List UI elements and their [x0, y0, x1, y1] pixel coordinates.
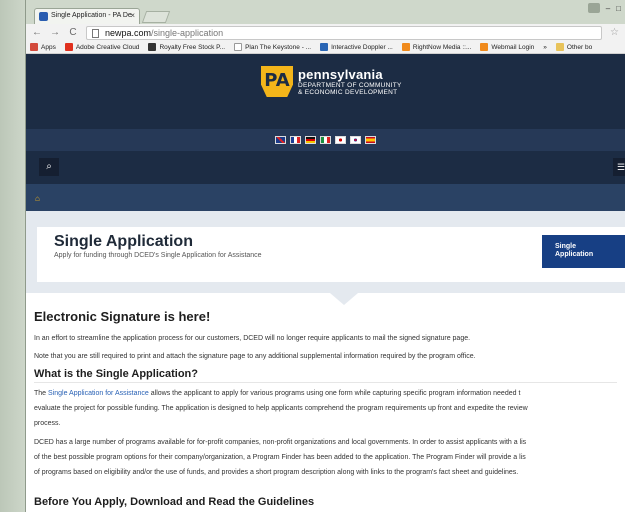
bookmark-item[interactable]: Royalty Free Stock P... — [148, 43, 225, 51]
flag-korea-icon[interactable] — [350, 136, 361, 144]
page-subtitle: Apply for funding through DCED's Single … — [54, 252, 262, 259]
bookmark-item[interactable]: RightNow Media ::... — [401, 43, 471, 51]
browser-toolbar: ← → C newpa.com/single-application ☆ — [26, 24, 625, 41]
bookmark-star-icon[interactable]: ☆ — [610, 27, 619, 38]
home-icon[interactable]: ⌂ — [35, 194, 40, 203]
pa-dced-logo[interactable]: PA pennsylvania DEPARTMENT OF COMMUNITY … — [261, 66, 402, 97]
logo-dept-line2: & ECONOMIC DEVELOPMENT — [298, 89, 398, 96]
maximize-icon[interactable]: □ — [616, 4, 621, 13]
bookmark-item[interactable]: Interactive Doppler ... — [320, 43, 393, 51]
bookmark-icon — [401, 43, 410, 51]
button-line2: Application — [555, 251, 594, 258]
url-host: newpa.com — [105, 27, 152, 38]
bookmark-icon — [64, 43, 73, 51]
flag-italy-icon[interactable] — [320, 136, 331, 144]
logo-state-name: pennsylvania — [298, 67, 383, 82]
page-icon — [92, 28, 99, 38]
flag-germany-icon[interactable] — [305, 136, 316, 144]
paragraph: In an effort to streamline the applicati… — [34, 335, 471, 342]
menu-icon[interactable]: ☰ — [613, 158, 625, 176]
bookmark-icon — [234, 43, 243, 51]
heading-what-is: What is the Single Application? — [34, 368, 617, 383]
paragraph: Note that you are still required to prin… — [34, 353, 476, 360]
new-tab-button[interactable] — [141, 11, 171, 23]
single-application-link[interactable]: Single Application for Assistance — [48, 390, 149, 397]
keystone-icon: PA — [261, 66, 293, 97]
user-profile-icon[interactable] — [587, 3, 600, 13]
bookmark-icon — [148, 43, 157, 51]
paragraph: process. — [34, 420, 61, 427]
paragraph: The Single Application for Assistance al… — [34, 390, 521, 397]
paragraph: of the best possible program options for… — [34, 454, 526, 461]
back-icon[interactable]: ← — [32, 27, 42, 38]
flag-spain-icon[interactable] — [365, 136, 376, 144]
window-controls: – □ — [587, 3, 621, 13]
paragraph: of programs based on eligibility and/or … — [34, 469, 519, 476]
hero-card: Single Application Apply for funding thr… — [37, 227, 625, 282]
reload-icon[interactable]: C — [68, 27, 78, 38]
flag-uk-icon[interactable] — [275, 136, 286, 144]
bookmark-icon — [555, 43, 564, 51]
bookmark-item[interactable]: Other bo — [555, 43, 592, 51]
browser-tab[interactable]: Single Application - PA De × — [34, 8, 140, 24]
bookmark-item[interactable]: Plan The Keystone - ... — [234, 43, 311, 51]
bookmark-item[interactable]: Webmail Login — [480, 43, 534, 51]
page-title: Single Application — [54, 233, 193, 250]
bookmark-item[interactable]: » — [543, 44, 547, 51]
bookmark-item[interactable]: Apps — [30, 43, 56, 51]
url-path: /single-application — [151, 27, 224, 38]
browser-window: Single Application - PA De × – □ ← → C n… — [25, 0, 625, 512]
bookmark-icon — [480, 43, 489, 51]
bookmarks-bar: Apps Adobe Creative Cloud Royalty Free Sto… — [26, 41, 625, 54]
single-application-button[interactable]: Single Application — [542, 235, 625, 268]
address-bar[interactable]: newpa.com/single-application — [86, 25, 603, 40]
site-header: PA pennsylvania DEPARTMENT OF COMMUNITY … — [26, 54, 625, 129]
logo-dept-line1: DEPARTMENT OF COMMUNITY — [298, 82, 402, 89]
bookmark-icon — [30, 43, 38, 51]
bookmark-item[interactable]: Adobe Creative Cloud — [64, 43, 139, 51]
hero-notch — [330, 293, 358, 305]
paragraph: evaluate the project for possible fundin… — [34, 405, 528, 412]
hero-section: Single Application Apply for funding thr… — [26, 211, 625, 293]
search-icon[interactable]: ⌕ — [39, 158, 59, 176]
flag-france-icon[interactable] — [290, 136, 301, 144]
language-flags — [26, 129, 625, 151]
heading-signature: Electronic Signature is here! — [34, 309, 211, 324]
breadcrumb: ⌂ — [26, 184, 625, 211]
minimize-icon[interactable]: – — [606, 4, 610, 13]
bookmark-icon — [320, 43, 329, 51]
paragraph: DCED has a large number of programs avai… — [34, 439, 527, 446]
tab-title: Single Application - PA De — [51, 12, 132, 19]
desktop-strip — [0, 0, 25, 512]
search-bar: ⌕ ☰ — [26, 151, 625, 184]
tab-strip: Single Application - PA De × – □ — [26, 0, 625, 24]
tab-close-icon[interactable]: × — [130, 11, 135, 20]
favicon-icon — [39, 12, 48, 21]
flag-japan-icon[interactable] — [335, 136, 346, 144]
forward-icon[interactable]: → — [50, 27, 60, 38]
button-line1: Single — [555, 243, 577, 250]
heading-before-apply: Before You Apply, Download and Read the … — [34, 496, 315, 508]
main-content: Electronic Signature is here! In an effo… — [26, 293, 625, 510]
